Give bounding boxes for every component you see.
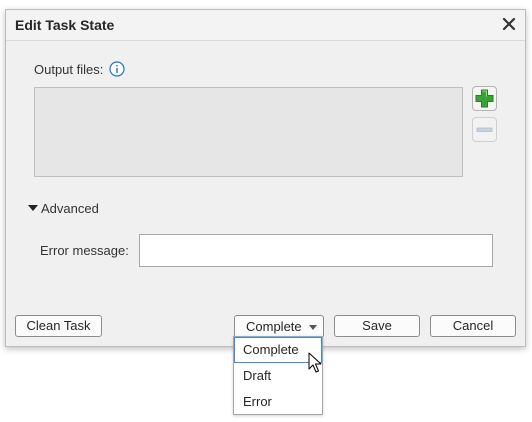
chevron-down-icon — [309, 325, 317, 330]
output-files-label: Output files: — [34, 62, 104, 77]
task-state-dropdown: Complete Draft Error — [233, 336, 323, 415]
info-icon[interactable] — [109, 61, 125, 77]
dialog-titlebar: Edit Task State — [6, 10, 525, 41]
output-files-list[interactable] — [34, 87, 463, 177]
plus-icon — [475, 89, 494, 108]
clean-task-button[interactable]: Clean Task — [15, 315, 102, 337]
mouse-pointer-icon — [308, 352, 322, 373]
dialog-title: Edit Task State — [15, 17, 115, 33]
expand-triangle-icon — [28, 205, 38, 211]
close-icon[interactable] — [501, 16, 517, 32]
task-state-value: Complete — [246, 319, 302, 334]
advanced-label: Advanced — [41, 201, 99, 216]
minus-icon — [476, 127, 493, 132]
task-state-select[interactable]: Complete — [234, 315, 324, 338]
save-button[interactable]: Save — [334, 315, 420, 337]
cancel-button[interactable]: Cancel — [430, 315, 516, 337]
option-error[interactable]: Error — [234, 389, 322, 415]
edit-task-state-dialog: Edit Task State Output files: Advanced E… — [5, 9, 526, 347]
error-message-label: Error message: — [40, 243, 129, 258]
add-output-file-button[interactable] — [472, 86, 497, 111]
advanced-toggle[interactable]: Advanced — [28, 201, 99, 216]
error-message-input[interactable] — [139, 234, 493, 267]
remove-output-file-button[interactable] — [472, 117, 497, 142]
